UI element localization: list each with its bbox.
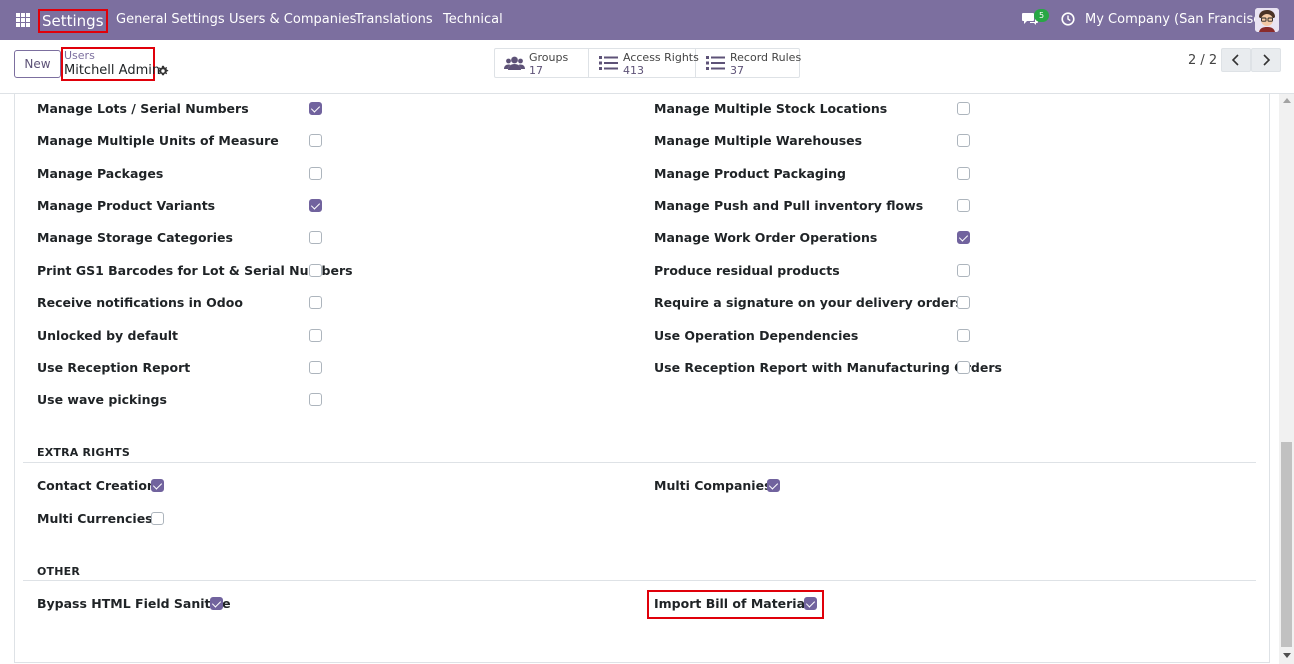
right-label-push-pull: Manage Push and Pull inventory flows xyxy=(654,198,924,213)
form-sheet-content: Manage Lots / Serial Numbers Manage Mult… xyxy=(0,94,1278,664)
checkbox-product-packaging[interactable] xyxy=(957,167,970,180)
company-switcher[interactable]: My Company (San Francisco) xyxy=(1085,12,1273,27)
right-label-packages: Manage Packages xyxy=(37,166,164,181)
section-title-other: OTHER xyxy=(37,565,81,578)
groups-count: 17 xyxy=(529,64,543,77)
top-navbar: Settings General Settings Users & Compan… xyxy=(0,0,1294,40)
right-label-delivery-signature: Require a signature on your delivery ord… xyxy=(654,295,963,310)
clock-icon[interactable] xyxy=(1061,12,1075,26)
pager-previous-button[interactable] xyxy=(1221,48,1251,72)
scrollbar-thumb[interactable] xyxy=(1281,442,1292,647)
right-label-product-variants: Manage Product Variants xyxy=(37,198,216,213)
checkbox-notifications-odoo[interactable] xyxy=(309,296,322,309)
checkbox-import-bom[interactable] xyxy=(804,597,817,610)
pager-next-button[interactable] xyxy=(1251,48,1281,72)
groups-label: Groups xyxy=(529,51,569,64)
checkbox-lots-serial[interactable] xyxy=(309,102,322,115)
checkbox-bypass-html-sanitize[interactable] xyxy=(210,597,223,610)
right-label-import-bom: Import Bill of Materials xyxy=(654,596,817,611)
checkbox-product-variants[interactable] xyxy=(309,199,322,212)
user-avatar[interactable] xyxy=(1255,8,1279,32)
access-rights-label: Access Rights xyxy=(623,51,699,64)
chat-count-badge: 5 xyxy=(1034,9,1049,22)
right-label-reception-report-mo: Use Reception Report with Manufacturing … xyxy=(654,360,1002,375)
checkbox-reception-report-mo[interactable] xyxy=(957,361,970,374)
apps-grid-icon[interactable] xyxy=(16,13,30,27)
checkbox-work-order-operations[interactable] xyxy=(957,231,970,244)
groups-smart-button[interactable]: Groups 17 xyxy=(495,49,589,77)
section-title-extra-rights: EXTRA RIGHTS xyxy=(37,446,130,459)
right-label-multi-stock-locations: Manage Multiple Stock Locations xyxy=(654,101,888,116)
right-label-bypass-html-sanitize: Bypass HTML Field Sanitize xyxy=(37,596,231,611)
form-sheet xyxy=(14,94,1270,663)
right-label-reception-report: Use Reception Report xyxy=(37,360,191,375)
scroll-up-arrow-icon[interactable] xyxy=(1283,98,1291,103)
checkbox-reception-report[interactable] xyxy=(309,361,322,374)
menu-users-companies[interactable]: Users & Companies xyxy=(229,12,356,27)
checkbox-multi-currencies[interactable] xyxy=(151,512,164,525)
checkbox-multiple-uom[interactable] xyxy=(309,134,322,147)
record-rules-count: 37 xyxy=(730,64,744,77)
list-icon xyxy=(706,56,725,70)
right-label-multiple-uom: Manage Multiple Units of Measure xyxy=(37,133,279,148)
right-label-residual-products: Produce residual products xyxy=(654,263,840,278)
breadcrumb-users[interactable]: Users xyxy=(64,49,95,62)
pager-value[interactable]: 2 / 2 xyxy=(1188,53,1217,68)
gear-icon[interactable] xyxy=(157,65,169,77)
scroll-down-arrow-icon[interactable] xyxy=(1283,653,1291,658)
right-label-work-order-operations: Manage Work Order Operations xyxy=(654,230,878,245)
right-label-multi-warehouses: Manage Multiple Warehouses xyxy=(654,133,863,148)
breadcrumb-current-record: Mitchell Admin xyxy=(64,63,161,78)
app-brand-settings[interactable]: Settings xyxy=(38,9,108,33)
menu-technical[interactable]: Technical xyxy=(443,12,503,27)
right-label-contact-creation: Contact Creation xyxy=(37,478,156,493)
users-icon xyxy=(504,56,525,70)
right-label-operation-dependencies: Use Operation Dependencies xyxy=(654,328,859,343)
checkbox-residual-products[interactable] xyxy=(957,264,970,277)
checkbox-gs1-barcodes[interactable] xyxy=(309,264,322,277)
checkbox-contact-creation[interactable] xyxy=(151,479,164,492)
checkbox-multi-stock-locations[interactable] xyxy=(957,102,970,115)
smart-buttons: Groups 17 Access Rights 413 Record Rules… xyxy=(494,48,802,78)
access-rights-smart-button[interactable]: Access Rights 413 xyxy=(589,49,699,77)
record-rules-smart-button[interactable]: Record Rules 37 xyxy=(696,49,802,77)
new-button[interactable]: New xyxy=(14,50,61,78)
vertical-scrollbar[interactable] xyxy=(1279,94,1294,664)
checkbox-packages[interactable] xyxy=(309,167,322,180)
section-divider xyxy=(23,462,1256,463)
control-panel: New Users Mitchell Admin Groups 17 Acces… xyxy=(0,40,1294,94)
list-icon xyxy=(599,56,618,70)
right-label-gs1-barcodes: Print GS1 Barcodes for Lot & Serial Numb… xyxy=(37,263,353,278)
right-label-wave-pickings: Use wave pickings xyxy=(37,392,167,407)
checkbox-operation-dependencies[interactable] xyxy=(957,329,970,342)
right-label-multi-companies: Multi Companies xyxy=(654,478,772,493)
checkbox-storage-categories[interactable] xyxy=(309,231,322,244)
checkbox-push-pull[interactable] xyxy=(957,199,970,212)
right-label-multi-currencies: Multi Currencies xyxy=(37,511,153,526)
access-rights-count: 413 xyxy=(623,64,644,77)
checkbox-multi-companies[interactable] xyxy=(767,479,780,492)
section-divider xyxy=(23,580,1256,581)
chevron-right-icon xyxy=(1263,54,1271,66)
checkbox-wave-pickings[interactable] xyxy=(309,393,322,406)
right-label-product-packaging: Manage Product Packaging xyxy=(654,166,846,181)
chevron-left-icon xyxy=(1231,54,1239,66)
checkbox-multi-warehouses[interactable] xyxy=(957,134,970,147)
record-rules-label: Record Rules xyxy=(730,51,802,64)
checkbox-delivery-signature[interactable] xyxy=(957,296,970,309)
checkbox-unlocked-default[interactable] xyxy=(309,329,322,342)
menu-translations[interactable]: Translations xyxy=(355,12,433,27)
right-label-storage-categories: Manage Storage Categories xyxy=(37,230,233,245)
right-label-lots-serial: Manage Lots / Serial Numbers xyxy=(37,101,249,116)
right-label-unlocked-default: Unlocked by default xyxy=(37,328,178,343)
right-label-notifications-odoo: Receive notifications in Odoo xyxy=(37,295,243,310)
menu-general-settings[interactable]: General Settings xyxy=(116,12,225,27)
